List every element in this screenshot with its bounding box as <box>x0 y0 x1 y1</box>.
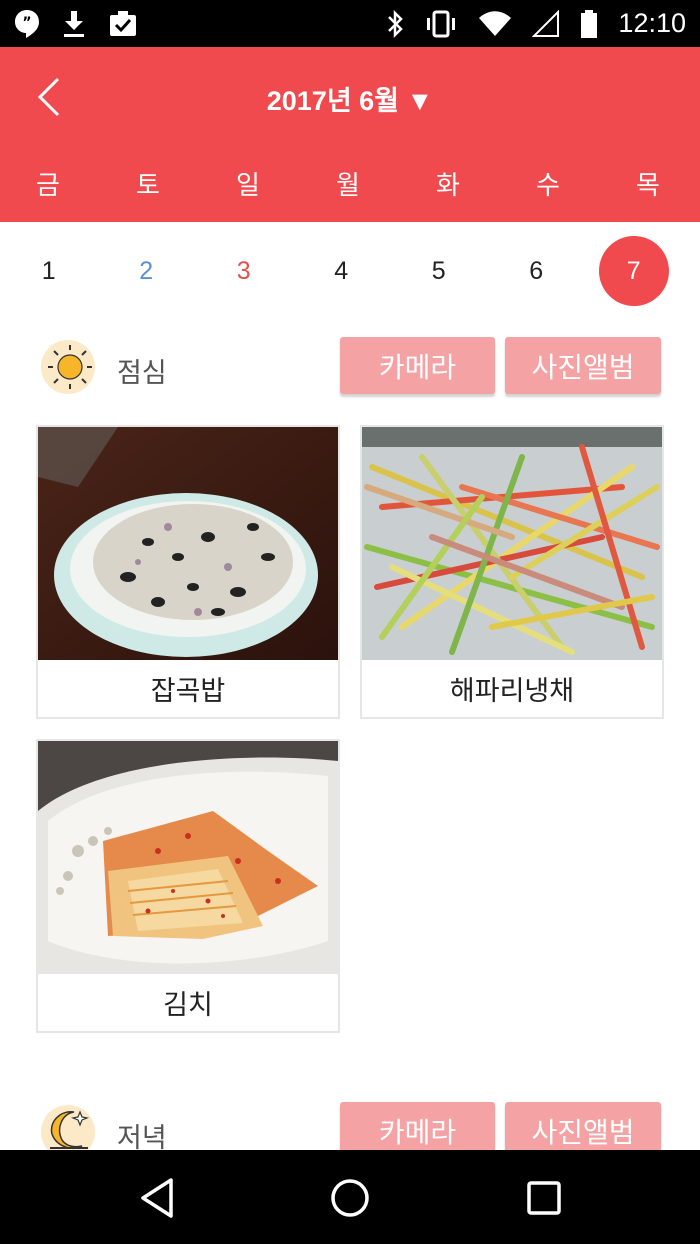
mixed-grain-rice-photo <box>38 427 338 660</box>
weekday-label: 화 <box>436 171 460 201</box>
food-card[interactable]: 해파리냉채 <box>360 425 664 719</box>
lunch-album-button[interactable]: 사진앨범 <box>505 337 661 394</box>
download-icon <box>64 10 84 37</box>
food-name: 김치 <box>163 990 213 1021</box>
moon-icon <box>41 1105 95 1150</box>
date-cell[interactable]: 2 <box>98 236 196 306</box>
nav-recents-button[interactable] <box>521 1175 567 1221</box>
lunch-section-header: 점심 카메라 사진앨범 <box>0 337 700 397</box>
hangouts-icon: ” <box>15 9 39 38</box>
food-name: 해파리냉채 <box>449 676 575 707</box>
jellyfish-salad-photo <box>362 427 662 660</box>
date-number: 1 <box>41 256 56 285</box>
clipboard-check-icon <box>110 10 136 36</box>
recents-square-icon <box>527 1181 561 1215</box>
food-name: 잡곡밥 <box>150 676 226 707</box>
lunch-label: 점심 <box>117 358 167 389</box>
weekday-label: 월 <box>336 171 360 201</box>
date-cell[interactable]: 3 <box>195 236 293 306</box>
selected-date-number: 7 <box>598 236 669 306</box>
dinner-label: 저녁 <box>117 1123 167 1150</box>
month-selector[interactable]: 2017년 6월 ▼ <box>0 79 700 118</box>
sun-icon <box>41 340 95 394</box>
home-circle-icon <box>331 1179 369 1217</box>
date-cell[interactable]: 1 <box>0 236 98 306</box>
weekday-label: 목 <box>636 171 660 201</box>
date-number: 5 <box>431 256 446 285</box>
battery-icon <box>581 9 598 38</box>
weekday-label: 수 <box>536 171 560 201</box>
weekday-label: 금 <box>36 171 60 201</box>
date-number: 6 <box>529 256 544 285</box>
date-cell[interactable]: 6 <box>488 236 586 306</box>
signal-icon <box>532 9 560 37</box>
food-card[interactable]: 잡곡밥 <box>36 425 340 719</box>
date-cell[interactable]: 4 <box>293 236 391 306</box>
bluetooth-icon <box>388 9 404 38</box>
dinner-section-header: 저녁 카메라 사진앨범 <box>0 1102 700 1150</box>
svg-text:”: ” <box>22 15 31 31</box>
kimchi-photo <box>38 741 338 974</box>
back-triangle-icon <box>141 1178 173 1218</box>
status-bar: ” 12:10 <box>0 0 700 47</box>
food-card[interactable]: 김치 <box>36 739 340 1033</box>
date-number: 3 <box>236 256 251 285</box>
date-number: 2 <box>139 256 154 285</box>
dinner-album-button[interactable]: 사진앨범 <box>505 1102 661 1150</box>
status-time: 12:10 <box>618 8 686 38</box>
weekday-label: 토 <box>136 171 160 201</box>
vibrate-icon <box>427 10 456 37</box>
nav-home-button[interactable] <box>327 1175 373 1221</box>
weekday-label: 일 <box>236 171 260 201</box>
date-cell-selected[interactable]: 7 <box>585 236 683 306</box>
system-nav-bar <box>0 1150 700 1244</box>
lunch-camera-button[interactable]: 카메라 <box>340 337 495 394</box>
date-number: 4 <box>334 256 349 285</box>
dinner-camera-button[interactable]: 카메라 <box>340 1102 495 1150</box>
weekday-row: 금 토 일 월 화 수 목 <box>0 165 700 205</box>
date-cell[interactable]: 5 <box>390 236 488 306</box>
nav-back-button[interactable] <box>135 1175 181 1221</box>
calendar-header: 2017년 6월 ▼ 금 토 일 월 화 수 목 <box>0 47 700 222</box>
wifi-icon <box>479 10 512 36</box>
date-row: 1 2 3 4 5 6 7 <box>0 236 700 306</box>
